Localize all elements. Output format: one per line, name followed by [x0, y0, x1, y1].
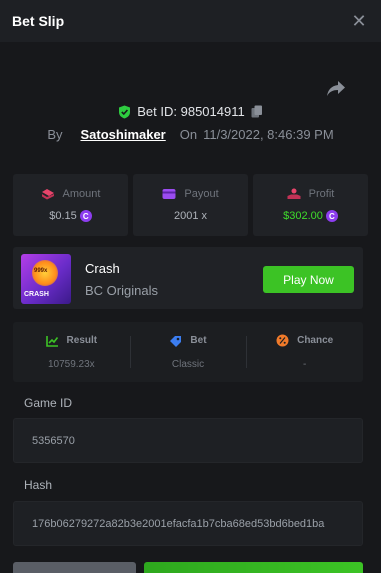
amount-icon [41, 189, 54, 200]
stat-amount: Amount $0.15 C [13, 174, 128, 236]
result-label: Result [66, 335, 98, 346]
hash-label: Hash [24, 478, 53, 492]
game-id-field[interactable]: 5356570 [13, 418, 363, 463]
result-label: Chance [297, 335, 334, 346]
bet-icon [170, 335, 182, 347]
copy-icon[interactable] [251, 105, 263, 118]
verify-button[interactable] [13, 562, 136, 573]
result-value: 10759.23x [47, 358, 95, 370]
bet-date: 11/3/2022, 8:46:39 PM [203, 127, 334, 142]
user-link[interactable]: Satoshimaker [80, 127, 165, 142]
stat-profit: Profit $302.00 C [253, 174, 368, 236]
profit-icon [287, 188, 301, 199]
result-label: Bet [190, 335, 207, 346]
result-cell-bet: Bet Classic [129, 322, 247, 382]
coin-icon: C [325, 210, 338, 222]
bet-id: Bet ID: 985014911 [137, 104, 245, 119]
stat-payout: Payout 2001 x [133, 174, 248, 236]
share-icon[interactable] [326, 80, 346, 98]
hash-field[interactable]: 176b06279272a82b3e2001efacfa1b7cba68ed53… [13, 501, 363, 546]
result-cell-chance: Chance - [246, 322, 363, 382]
stat-value: 2001 x [173, 210, 208, 222]
page-title: Bet Slip [12, 13, 65, 29]
share-bet-button[interactable] [144, 562, 363, 573]
bet-stats: Amount $0.15 C Payout 2001 x Profit $302… [13, 174, 368, 236]
by-label: By [47, 127, 63, 142]
game-thumbnail[interactable]: 999x CRASH [21, 254, 71, 304]
thumb-badge: 999x [34, 268, 48, 274]
stat-value: $302.00 [283, 210, 323, 222]
stat-label: Amount [62, 188, 101, 200]
game-id-label: Game ID [24, 396, 73, 410]
game-name: Crash [85, 261, 120, 276]
stat-label: Payout [184, 188, 219, 200]
game-card: 999x CRASH Crash BC Originals Play Now [13, 247, 363, 309]
bet-id-row: Bet ID: 985014911 [0, 104, 381, 119]
on-label: On [179, 127, 198, 142]
shield-check-icon [119, 105, 131, 118]
coin-icon: C [79, 210, 92, 222]
result-cell-result: Result 10759.23x [13, 322, 130, 382]
close-icon[interactable]: ✕ [349, 11, 369, 32]
result-value: - [302, 359, 307, 370]
bet-meta: By Satoshimaker On 11/3/2022, 8:46:39 PM [0, 127, 381, 142]
payout-icon [162, 189, 176, 199]
result-icon [45, 335, 58, 347]
play-now-button[interactable]: Play Now [263, 266, 354, 293]
stat-label: Profit [308, 188, 335, 200]
bet-slip-header: Bet Slip ✕ [0, 0, 381, 42]
thumb-label: CRASH [24, 291, 49, 298]
game-provider: BC Originals [85, 283, 158, 298]
chance-icon [276, 334, 289, 347]
result-value: Classic [171, 358, 205, 370]
stat-value: $0.15 [49, 210, 77, 222]
result-panel: Result 10759.23x Bet Classic Chance - [13, 322, 363, 382]
